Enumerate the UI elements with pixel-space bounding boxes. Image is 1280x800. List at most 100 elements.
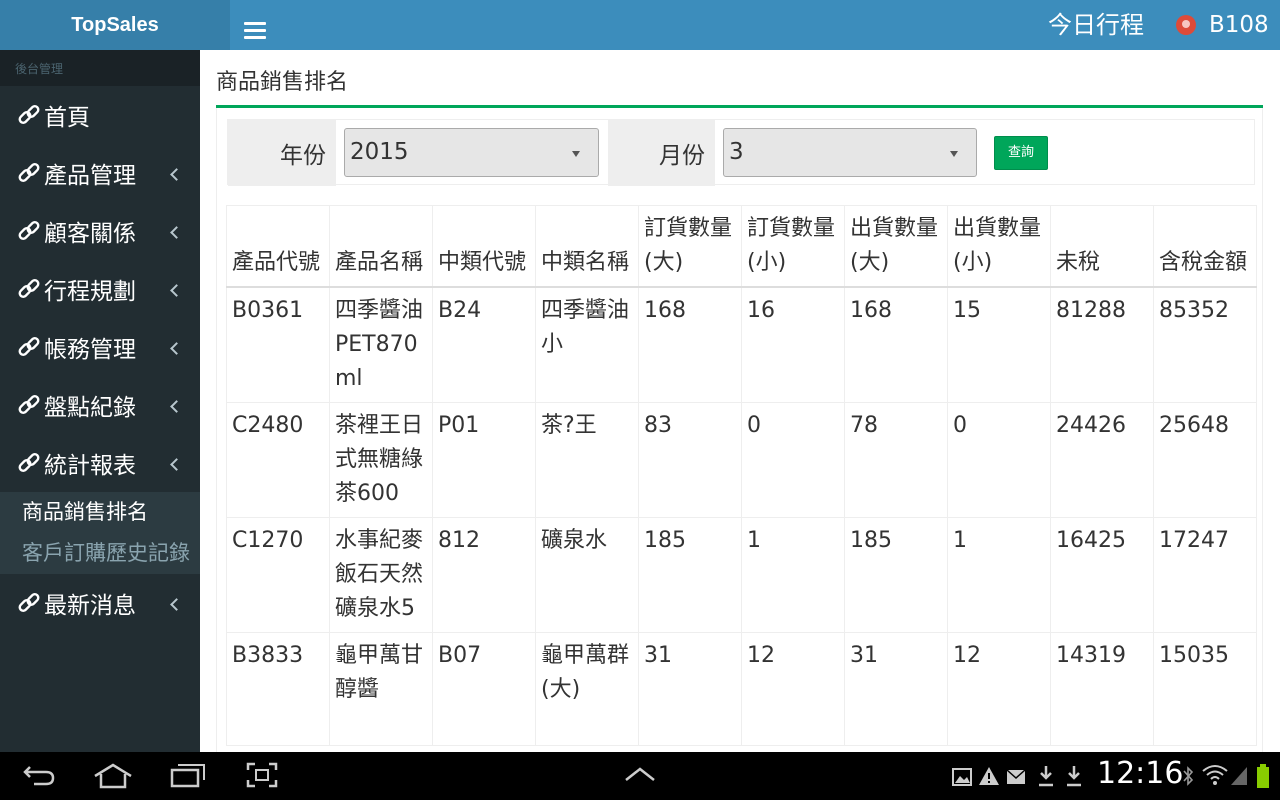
table-cell: 四季醬油PET870ml — [329, 287, 433, 403]
sidebar-section-title: 後台管理 — [0, 50, 200, 86]
sidebar-item-reports[interactable]: 統計報表 — [0, 434, 200, 492]
table-cell: B0361 — [226, 287, 330, 403]
brand-logo[interactable]: TopSales — [0, 0, 230, 50]
system-navigation-bar: 12:16 — [0, 752, 1280, 800]
user-name[interactable]: B108 — [1209, 0, 1269, 50]
sidebar-item-inventory[interactable]: 盤點紀錄 — [0, 376, 200, 434]
screenshot-icon[interactable] — [246, 762, 278, 788]
column-header[interactable]: 訂貨數量(小) — [741, 205, 845, 288]
table-cell: 24426 — [1050, 402, 1154, 518]
chevron-up-icon[interactable] — [624, 766, 656, 782]
sidebar-item-label: 帳務管理 — [44, 337, 136, 363]
link-icon — [18, 337, 40, 356]
gallery-notification-icon[interactable] — [952, 768, 972, 786]
year-select-value: 2015 — [350, 139, 409, 165]
column-header[interactable]: 未稅 — [1050, 205, 1154, 288]
sidebar-item-label: 產品管理 — [44, 163, 136, 189]
column-header[interactable]: 出貨數量(大) — [844, 205, 948, 288]
table-cell: 85352 — [1153, 287, 1257, 403]
link-icon — [18, 105, 40, 124]
table-cell: B07 — [432, 632, 536, 746]
recent-apps-icon[interactable] — [170, 762, 206, 788]
system-clock: 12:16 — [1097, 756, 1184, 791]
sidebar-item-schedule[interactable]: 行程規劃 — [0, 260, 200, 318]
column-header[interactable]: 出貨數量(小) — [947, 205, 1051, 288]
back-icon[interactable] — [22, 762, 56, 788]
submenu-item-sales-ranking[interactable]: 商品銷售排名 — [0, 492, 200, 533]
table-cell: 16425 — [1050, 517, 1154, 633]
link-icon — [18, 279, 40, 298]
chevron-left-icon — [170, 342, 183, 355]
table-cell: 0 — [741, 402, 845, 518]
download-icon[interactable] — [1038, 765, 1054, 787]
sidebar-item-label: 顧客關係 — [44, 221, 136, 247]
table-cell: 15035 — [1153, 632, 1257, 746]
column-header[interactable]: 中類代號 — [432, 205, 536, 288]
dropdown-caret-icon — [950, 151, 958, 157]
year-select[interactable]: 2015 — [344, 128, 599, 177]
home-icon[interactable] — [92, 762, 134, 790]
signal-icon[interactable] — [1230, 766, 1248, 786]
query-button[interactable]: 查詢 — [994, 136, 1048, 170]
table-cell: 龜甲萬群(大) — [535, 632, 639, 746]
sidebar-item-accounts[interactable]: 帳務管理 — [0, 318, 200, 376]
link-icon — [18, 453, 40, 472]
chevron-left-icon — [170, 598, 183, 611]
sidebar-item-products[interactable]: 產品管理 — [0, 144, 200, 202]
table-cell: 15 — [947, 287, 1051, 403]
today-schedule-link[interactable]: 今日行程 — [1048, 0, 1144, 50]
bluetooth-icon[interactable] — [1182, 765, 1194, 787]
page-title: 商品銷售排名 — [216, 70, 349, 95]
link-icon — [18, 593, 40, 612]
table-cell: 185 — [638, 517, 742, 633]
filter-bar: 年份 2015 月份 3 查詢 — [227, 119, 1255, 186]
table-cell: 茶裡王日式無糖綠茶600 — [329, 402, 433, 518]
column-header[interactable]: 產品名稱 — [329, 205, 433, 288]
submenu-item-order-history[interactable]: 客戶訂購歷史記錄 — [0, 533, 200, 574]
table-cell: 12 — [741, 632, 845, 746]
warning-icon[interactable] — [978, 766, 1000, 786]
table-cell: 1 — [947, 517, 1051, 633]
content-box: 年份 2015 月份 3 查詢 產品代號 產品名稱 中類代號 中類名稱 訂貨數量… — [216, 108, 1263, 752]
column-header[interactable]: 訂貨數量(大) — [638, 205, 742, 288]
table-cell: 168 — [638, 287, 742, 403]
chevron-left-icon — [170, 284, 183, 297]
battery-icon[interactable] — [1256, 763, 1270, 789]
table-cell: 四季醬油小 — [535, 287, 639, 403]
mail-icon[interactable] — [1006, 769, 1026, 785]
table-cell: C1270 — [226, 517, 330, 633]
sidebar-item-home[interactable]: 首頁 — [0, 86, 200, 144]
menu-toggle-icon[interactable] — [244, 22, 266, 40]
table-cell: 1 — [741, 517, 845, 633]
sidebar-item-label: 盤點紀錄 — [44, 395, 136, 421]
table-cell: 礦泉水 — [535, 517, 639, 633]
chevron-left-icon — [170, 458, 183, 471]
year-label: 年份 — [228, 120, 336, 186]
table-cell: B3833 — [226, 632, 330, 746]
sidebar-item-label: 首頁 — [44, 105, 90, 131]
wifi-icon[interactable] — [1202, 764, 1228, 786]
user-avatar-icon[interactable] — [1176, 15, 1196, 35]
table-cell: 水事紀麥飯石天然礦泉水5 — [329, 517, 433, 633]
month-select[interactable]: 3 — [723, 128, 977, 177]
sidebar-item-label: 行程規劃 — [44, 279, 136, 305]
table-cell: 83 — [638, 402, 742, 518]
column-header[interactable]: 中類名稱 — [535, 205, 639, 288]
table-row: B3833 龜甲萬甘醇醬 B07 龜甲萬群(大) 31 12 31 12 143… — [226, 632, 1257, 746]
dropdown-caret-icon — [572, 151, 580, 157]
sidebar-item-news[interactable]: 最新消息 — [0, 574, 200, 632]
table-cell: 茶?王 — [535, 402, 639, 518]
table-header-row: 產品代號 產品名稱 中類代號 中類名稱 訂貨數量(大) 訂貨數量(小) 出貨數量… — [226, 205, 1257, 288]
reports-submenu: 商品銷售排名 客戶訂購歷史記錄 — [0, 492, 200, 574]
column-header[interactable]: 產品代號 — [226, 205, 330, 288]
chevron-left-icon — [170, 168, 183, 181]
table-cell: 17247 — [1153, 517, 1257, 633]
table-cell: P01 — [432, 402, 536, 518]
column-header[interactable]: 含稅金額 — [1153, 205, 1257, 288]
table-cell: 31 — [638, 632, 742, 746]
sidebar-item-label: 最新消息 — [44, 593, 136, 619]
download-icon[interactable] — [1066, 765, 1082, 787]
top-navbar: TopSales 今日行程 B108 — [0, 0, 1280, 50]
month-select-value: 3 — [729, 139, 744, 165]
sidebar-item-customers[interactable]: 顧客關係 — [0, 202, 200, 260]
